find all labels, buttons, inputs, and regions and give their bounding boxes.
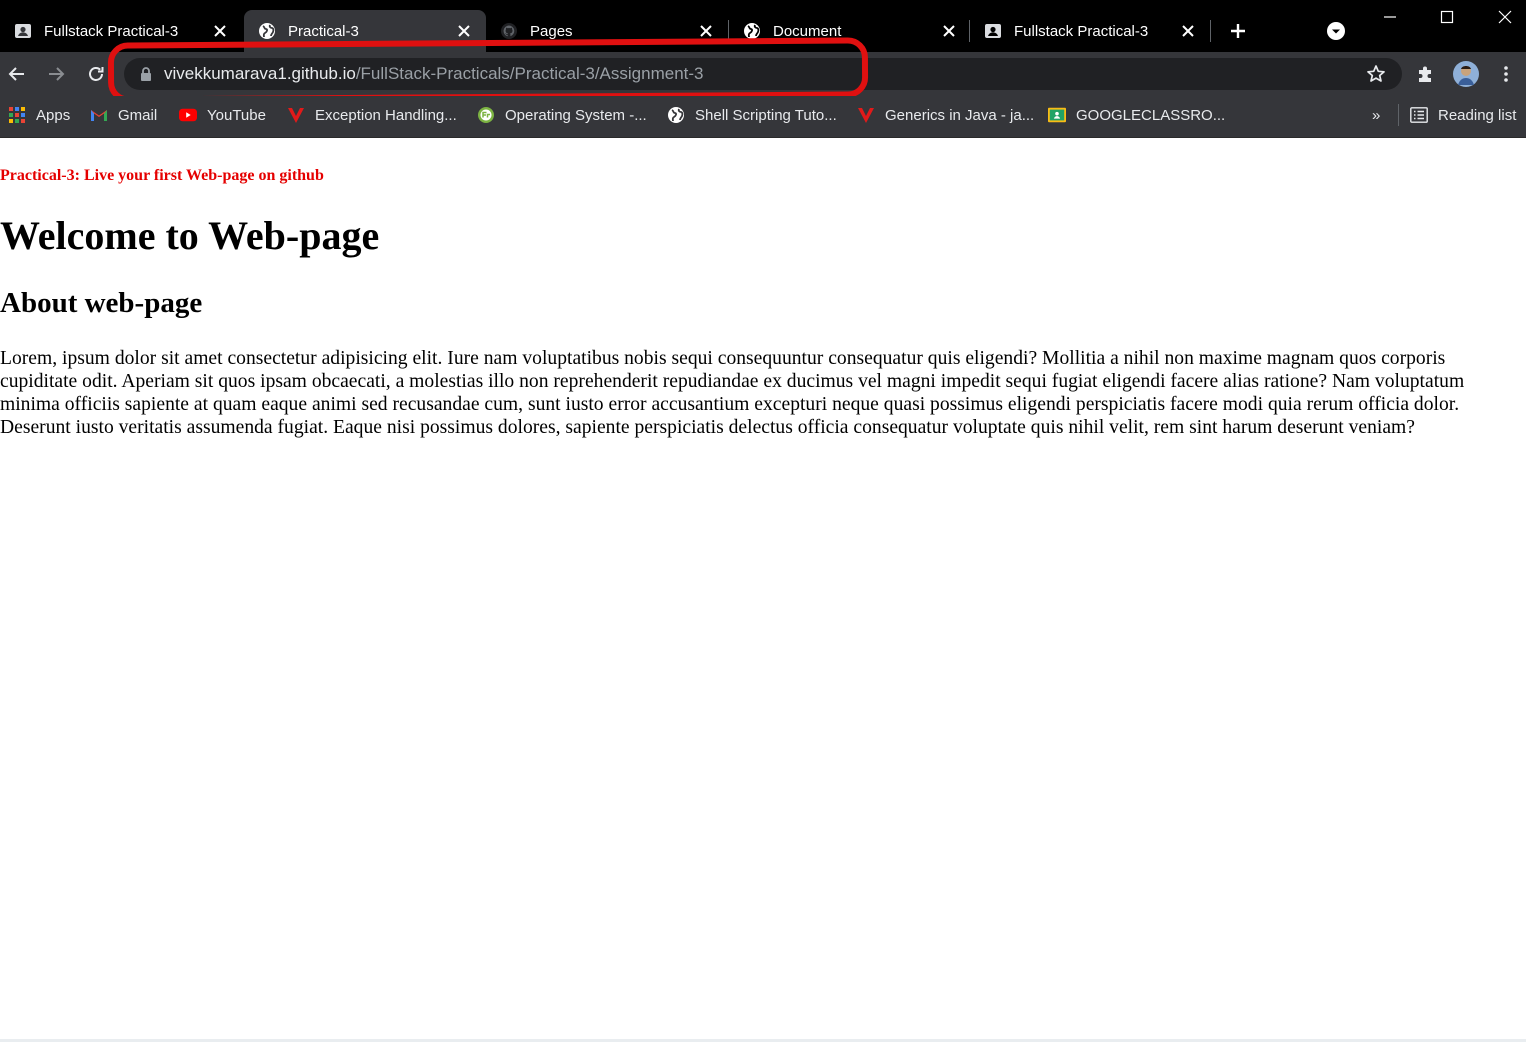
tab-title: Practical-3 (288, 22, 359, 40)
bookmark-shell-scripting[interactable]: Shell Scripting Tuto... (667, 96, 837, 134)
guru99-icon (477, 106, 495, 124)
tab-separator (1210, 20, 1211, 42)
extensions-button[interactable] (1412, 60, 1440, 88)
reload-icon (89, 67, 104, 81)
javatpoint-icon (287, 106, 305, 124)
arrow-left-icon (8, 67, 24, 81)
bookmark-youtube[interactable]: YouTube (179, 96, 266, 134)
web-page-content: Practical-3: Live your first Web-page on… (0, 138, 1526, 1040)
github-icon (500, 22, 518, 40)
arrow-right-icon (49, 67, 65, 81)
page-heading: Welcome to Web-page (0, 213, 380, 258)
bookmark-label: Gmail (118, 106, 158, 124)
reading-list-label: Reading list (1438, 106, 1517, 124)
reload-button[interactable] (82, 60, 110, 88)
bookmark-exception-handling[interactable]: Exception Handling... (287, 96, 457, 134)
javatpoint-icon (857, 106, 875, 124)
address-bar[interactable]: vivekkumarava1.github.io/FullStack-Pract… (124, 58, 1402, 90)
globe-icon (743, 22, 761, 40)
menu-button[interactable] (1492, 60, 1520, 88)
reading-list-button[interactable]: Reading list (1410, 96, 1516, 134)
puzzle-icon (1419, 66, 1431, 82)
bookmark-label: GOOGLECLASSRO... (1076, 106, 1226, 124)
tab-document[interactable]: Document (729, 10, 971, 52)
bookmark-label: Operating System -... (505, 106, 647, 124)
close-icon (1498, 10, 1512, 24)
body-paragraph: Lorem, ipsum dolor sit amet consectetur … (0, 348, 1465, 438)
bookmark-label: Shell Scripting Tuto... (695, 106, 837, 124)
plus-icon (1231, 24, 1245, 38)
tab-strip: Fullstack Practical-3 Practical-3 Pages … (0, 0, 1526, 52)
close-icon[interactable] (937, 19, 961, 43)
tab-pages[interactable]: Pages (486, 10, 728, 52)
bookmark-star-button[interactable] (1362, 60, 1390, 88)
gmail-icon (90, 106, 108, 124)
bookmark-label: Exception Handling... (315, 106, 457, 124)
tab-search-button[interactable] (1322, 17, 1350, 45)
minimize-icon (1384, 16, 1396, 18)
more-vert-icon (1504, 66, 1508, 82)
classroom-icon (14, 22, 32, 40)
youtube-icon (179, 106, 197, 124)
section-heading: About web-page (0, 287, 203, 319)
bookmark-gmail[interactable]: Gmail (90, 96, 157, 134)
close-icon[interactable] (208, 19, 232, 43)
tab-title: Fullstack Practical-3 (1014, 22, 1149, 40)
close-icon[interactable] (694, 19, 718, 43)
tab-title: Pages (530, 22, 573, 40)
new-tab-button[interactable] (1224, 17, 1252, 45)
bookmark-label: YouTube (207, 106, 266, 124)
more-bookmarks-button[interactable]: » (1372, 96, 1380, 134)
close-icon[interactable] (452, 19, 476, 43)
bookmark-label: Apps (36, 106, 71, 124)
bookmark-generics-in-java[interactable]: Generics in Java - ja... (857, 96, 1034, 134)
browser-toolbar: vivekkumarava1.github.io/FullStack-Pract… (0, 52, 1526, 96)
chevron-down-circle-icon (1327, 22, 1345, 40)
classroom-icon (1048, 106, 1066, 124)
url-path: /FullStack-Practicals/Practical-3/Assign… (355, 64, 704, 83)
bookmark-googleclassroom[interactable]: GOOGLECLASSRO... (1048, 96, 1225, 134)
tab-fullstack-practical-3[interactable]: Fullstack Practical-3 (0, 10, 242, 52)
chevron-double-right-icon: » (1372, 106, 1381, 124)
lock-icon[interactable] (140, 67, 152, 81)
url-text: vivekkumarava1.github.io/FullStack-Pract… (164, 64, 704, 84)
maximize-button[interactable] (1433, 4, 1461, 30)
maximize-icon (1440, 10, 1454, 24)
tab-title: Document (773, 22, 842, 40)
globe-icon (258, 22, 276, 40)
forward-button[interactable] (42, 60, 70, 88)
bookmarks-bar: Apps Gmail YouTube Exception Handling...… (0, 96, 1526, 138)
globe-icon (667, 106, 685, 124)
tab-fullstack-practical-3-second[interactable]: Fullstack Practical-3 (970, 10, 1210, 52)
bookmark-label: Generics in Java - ja... (885, 106, 1035, 124)
practical-title: Practical-3: Live your first Web-page on… (0, 167, 324, 184)
close-window-button[interactable] (1491, 4, 1519, 30)
close-icon[interactable] (1176, 19, 1200, 43)
classroom-icon (984, 22, 1002, 40)
star-icon (1367, 65, 1385, 82)
back-button[interactable] (3, 60, 31, 88)
minimize-button[interactable] (1376, 4, 1404, 30)
apps-grid-icon (8, 106, 26, 124)
tab-practical-3[interactable]: Practical-3 (244, 10, 486, 52)
reading-list-icon (1410, 106, 1428, 124)
bookmark-apps[interactable]: Apps (8, 96, 70, 134)
bookmarks-separator (1398, 104, 1399, 126)
bookmark-operating-system[interactable]: Operating System -... (477, 96, 647, 134)
avatar (1453, 61, 1479, 87)
url-host: vivekkumarava1.github.io (164, 64, 356, 83)
tab-title: Fullstack Practical-3 (44, 22, 179, 40)
profile-avatar-button[interactable] (1452, 60, 1480, 88)
